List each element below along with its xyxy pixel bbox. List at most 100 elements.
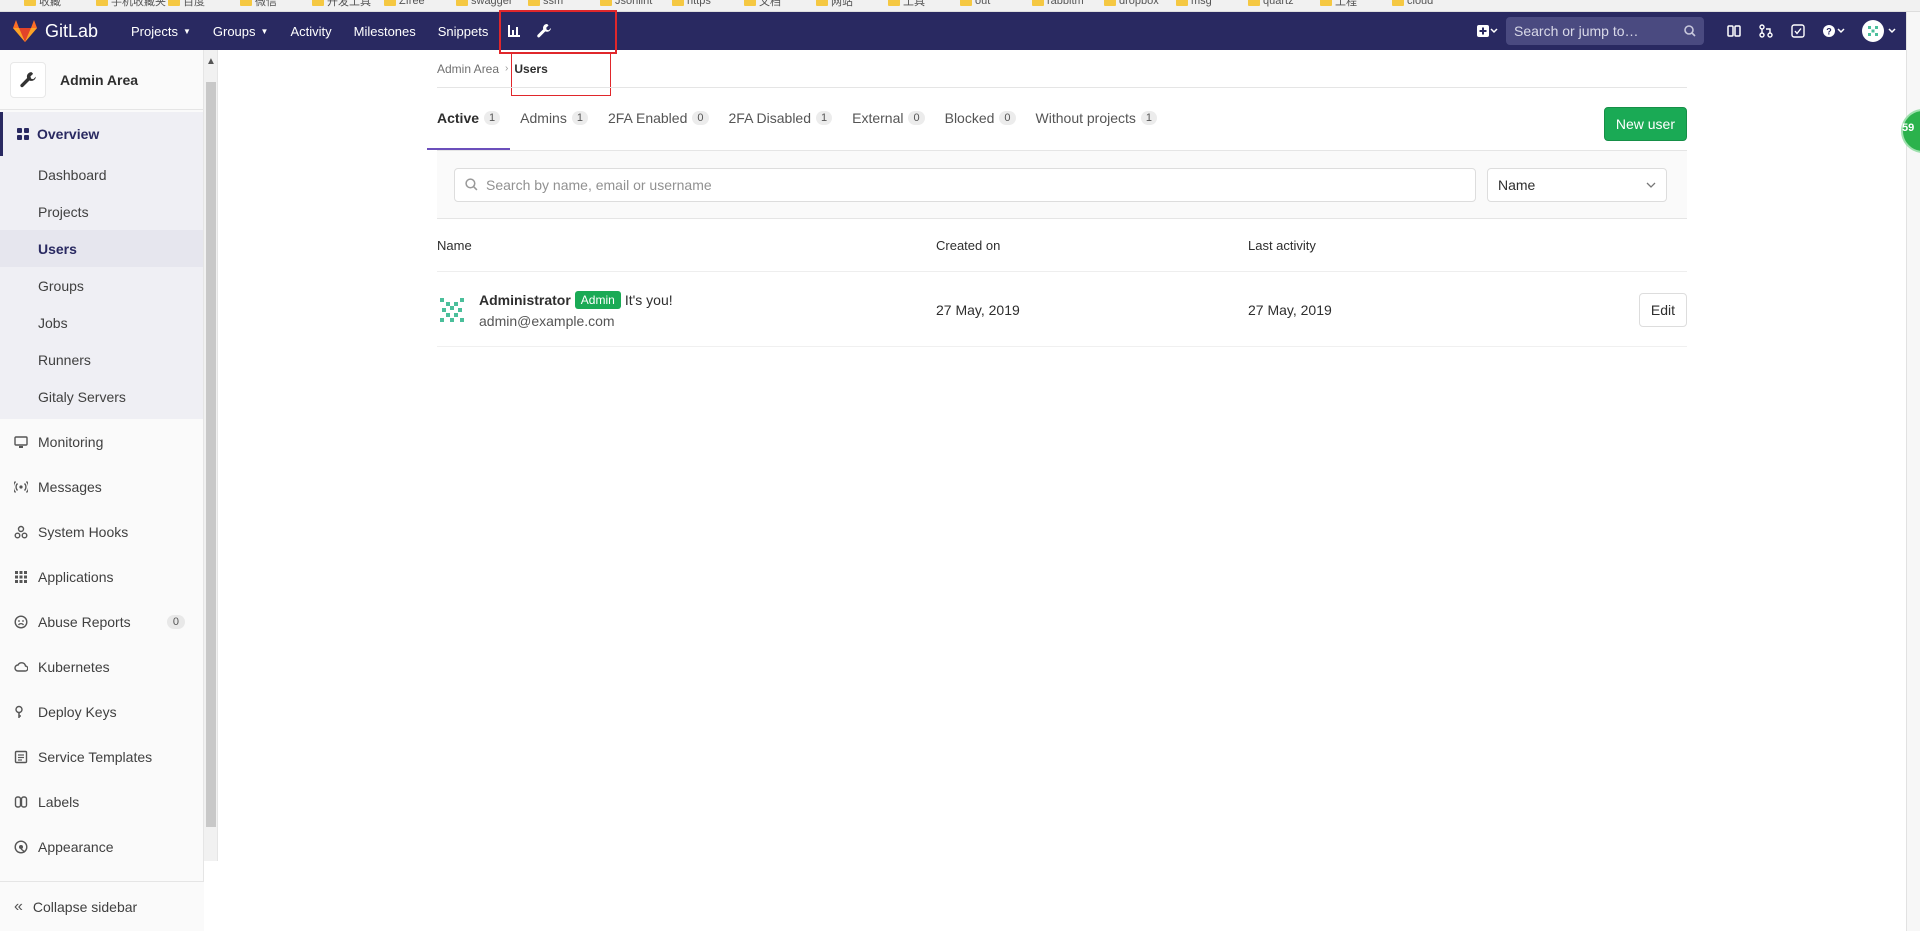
- bookmark-item[interactable]: rabbitm: [1032, 0, 1084, 8]
- user-email: admin@example.com: [479, 312, 615, 329]
- tab-external[interactable]: External 0: [842, 88, 934, 150]
- help-dropdown[interactable]: ?: [1814, 12, 1854, 50]
- nav-item-projects[interactable]: Projects ▼: [120, 12, 202, 50]
- bookmark-item[interactable]: 文档: [744, 0, 781, 8]
- user-name-link[interactable]: Administrator: [479, 292, 571, 308]
- sidebar-item-applications[interactable]: Applications: [0, 554, 203, 599]
- abuse-icon: [14, 614, 28, 629]
- sidebar-toggle-button[interactable]: [1718, 12, 1750, 50]
- sidebar-item-gitaly-servers[interactable]: Gitaly Servers: [0, 378, 203, 415]
- sidebar-item-service-templates[interactable]: Service Templates: [0, 734, 203, 779]
- scroll-up-icon[interactable]: ▲: [204, 56, 218, 67]
- nav-item-snippets[interactable]: Snippets: [427, 12, 500, 50]
- bookmark-item[interactable]: 工程: [1320, 0, 1357, 8]
- todos-button[interactable]: [1782, 12, 1814, 50]
- bookmark-item[interactable]: quartz: [1248, 0, 1294, 8]
- edit-user-button[interactable]: Edit: [1638, 293, 1687, 327]
- tab-blocked[interactable]: Blocked 0: [935, 88, 1026, 150]
- floating-badge[interactable]: 59: [1900, 108, 1920, 154]
- folder-icon: [528, 0, 540, 6]
- sidebar-scrollbar[interactable]: ▲: [204, 50, 218, 861]
- bookmark-label: msg: [1191, 0, 1212, 7]
- breadcrumb-parent[interactable]: Admin Area: [437, 62, 499, 76]
- panel-icon: [1727, 25, 1741, 37]
- bookmark-item[interactable]: Jsonlint: [600, 0, 652, 8]
- nav-item-activity[interactable]: Activity: [279, 12, 342, 50]
- bookmark-item[interactable]: msg: [1176, 0, 1212, 8]
- bookmark-item[interactable]: 微信: [240, 0, 277, 8]
- collapse-sidebar-button[interactable]: « Collapse sidebar: [0, 881, 204, 931]
- bookmark-label: 开发工具: [327, 0, 371, 8]
- gitlab-logo[interactable]: GitLab: [12, 19, 120, 43]
- scrollbar-thumb[interactable]: [206, 82, 216, 827]
- bookmark-item[interactable]: https: [672, 0, 711, 8]
- tab-admins[interactable]: Admins 1: [510, 88, 598, 150]
- tab-2fa-enabled[interactable]: 2FA Enabled 0: [598, 88, 719, 150]
- bookmark-label: 工具: [903, 0, 925, 8]
- folder-icon: [1248, 0, 1260, 6]
- sidebar-header[interactable]: Admin Area: [0, 50, 203, 110]
- sidebar-item-dashboard[interactable]: Dashboard: [0, 156, 203, 193]
- labels-icon: [14, 795, 28, 809]
- sidebar-item-groups[interactable]: Groups: [0, 267, 203, 304]
- sidebar-item-kubernetes[interactable]: Kubernetes: [0, 644, 203, 689]
- bookmarks-bar: 收藏 手机收藏夹 百度 微信 开发工具 Zfree swagger ssm Jsonlint ht…: [0, 0, 1920, 12]
- chevron-down-icon: ▼: [182, 26, 191, 36]
- sidebar-item-label: Deploy Keys: [38, 703, 117, 720]
- sidebar-item-label: Messages: [38, 478, 102, 495]
- search-icon: [1684, 25, 1696, 37]
- bookmark-item[interactable]: swagger: [456, 0, 513, 8]
- bookmark-item[interactable]: cloud: [1392, 0, 1433, 8]
- sidebar-item-appearance[interactable]: Appearance: [0, 824, 203, 869]
- sort-dropdown[interactable]: Name: [1487, 167, 1667, 202]
- filter-bar: Search by name, email or username Name: [437, 151, 1687, 219]
- new-dropdown[interactable]: [1468, 12, 1506, 50]
- wrench-icon: [20, 71, 36, 87]
- bookmark-item[interactable]: 百度: [168, 0, 205, 8]
- svg-text:?: ?: [1826, 27, 1832, 37]
- bookmark-item[interactable]: ssm: [528, 0, 563, 8]
- sidebar-item-overview[interactable]: Overview: [0, 112, 203, 156]
- overview-submenu: Dashboard Projects Users Groups Jobs Runners G…: [0, 156, 203, 419]
- bookmark-item[interactable]: dropbox: [1104, 0, 1159, 8]
- monitor-icon: [14, 435, 28, 449]
- sidebar-item-label: Applications: [38, 568, 114, 585]
- merge-requests-button[interactable]: [1750, 12, 1782, 50]
- bookmark-item[interactable]: 收藏: [24, 0, 61, 8]
- sidebar-item-system-hooks[interactable]: System Hooks: [0, 509, 203, 554]
- tab-active[interactable]: Active 1: [427, 88, 511, 150]
- tab-without-projects[interactable]: Without projects 1: [1026, 88, 1168, 150]
- nav-item-milestones[interactable]: Milestones: [343, 12, 427, 50]
- breadcrumb-current[interactable]: Users: [514, 62, 547, 76]
- new-user-button[interactable]: New user: [1603, 107, 1687, 141]
- collapse-sidebar-label: Collapse sidebar: [32, 898, 138, 915]
- user-menu-dropdown[interactable]: [1854, 12, 1906, 50]
- bookmark-item[interactable]: 工具: [888, 0, 925, 8]
- sidebar-item-monitoring[interactable]: Monitoring: [0, 419, 203, 464]
- bookmark-item[interactable]: 手机收藏夹: [96, 0, 166, 8]
- double-chevron-left-icon: «: [14, 897, 23, 915]
- folder-icon: [672, 0, 684, 6]
- sidebar-item-projects[interactable]: Projects: [0, 193, 203, 230]
- bookmark-item[interactable]: Zfree: [384, 0, 425, 8]
- bookmark-label: 网站: [831, 0, 853, 8]
- bookmark-item[interactable]: out: [960, 0, 990, 8]
- bookmark-item[interactable]: 开发工具: [312, 0, 371, 8]
- nav-item-groups[interactable]: Groups ▼: [202, 12, 280, 50]
- sidebar-item-abuse-reports[interactable]: Abuse Reports 0: [0, 599, 203, 644]
- sidebar-item-jobs[interactable]: Jobs: [0, 304, 203, 341]
- sidebar-item-messages[interactable]: Messages: [0, 464, 203, 509]
- highlight-admin-wrench: [499, 10, 617, 54]
- sidebar-item-deploy-keys[interactable]: Deploy Keys: [0, 689, 203, 734]
- identicon-avatar[interactable]: [437, 294, 467, 325]
- bookmark-item[interactable]: 网站: [816, 0, 853, 8]
- global-search-input[interactable]: Search or jump to…: [1506, 17, 1704, 45]
- tab-2fa-disabled[interactable]: 2FA Disabled 1: [719, 88, 843, 150]
- merge-request-icon: [1759, 24, 1773, 38]
- floating-badge-text: 59: [1902, 122, 1915, 134]
- sidebar-item-users[interactable]: Users: [0, 230, 203, 267]
- sidebar-sections: Monitoring Messages System Hooks Applicatio…: [0, 419, 203, 869]
- sidebar-item-runners[interactable]: Runners: [0, 341, 203, 378]
- user-search-input[interactable]: Search by name, email or username: [454, 167, 1476, 202]
- sidebar-item-labels[interactable]: Labels: [0, 779, 203, 824]
